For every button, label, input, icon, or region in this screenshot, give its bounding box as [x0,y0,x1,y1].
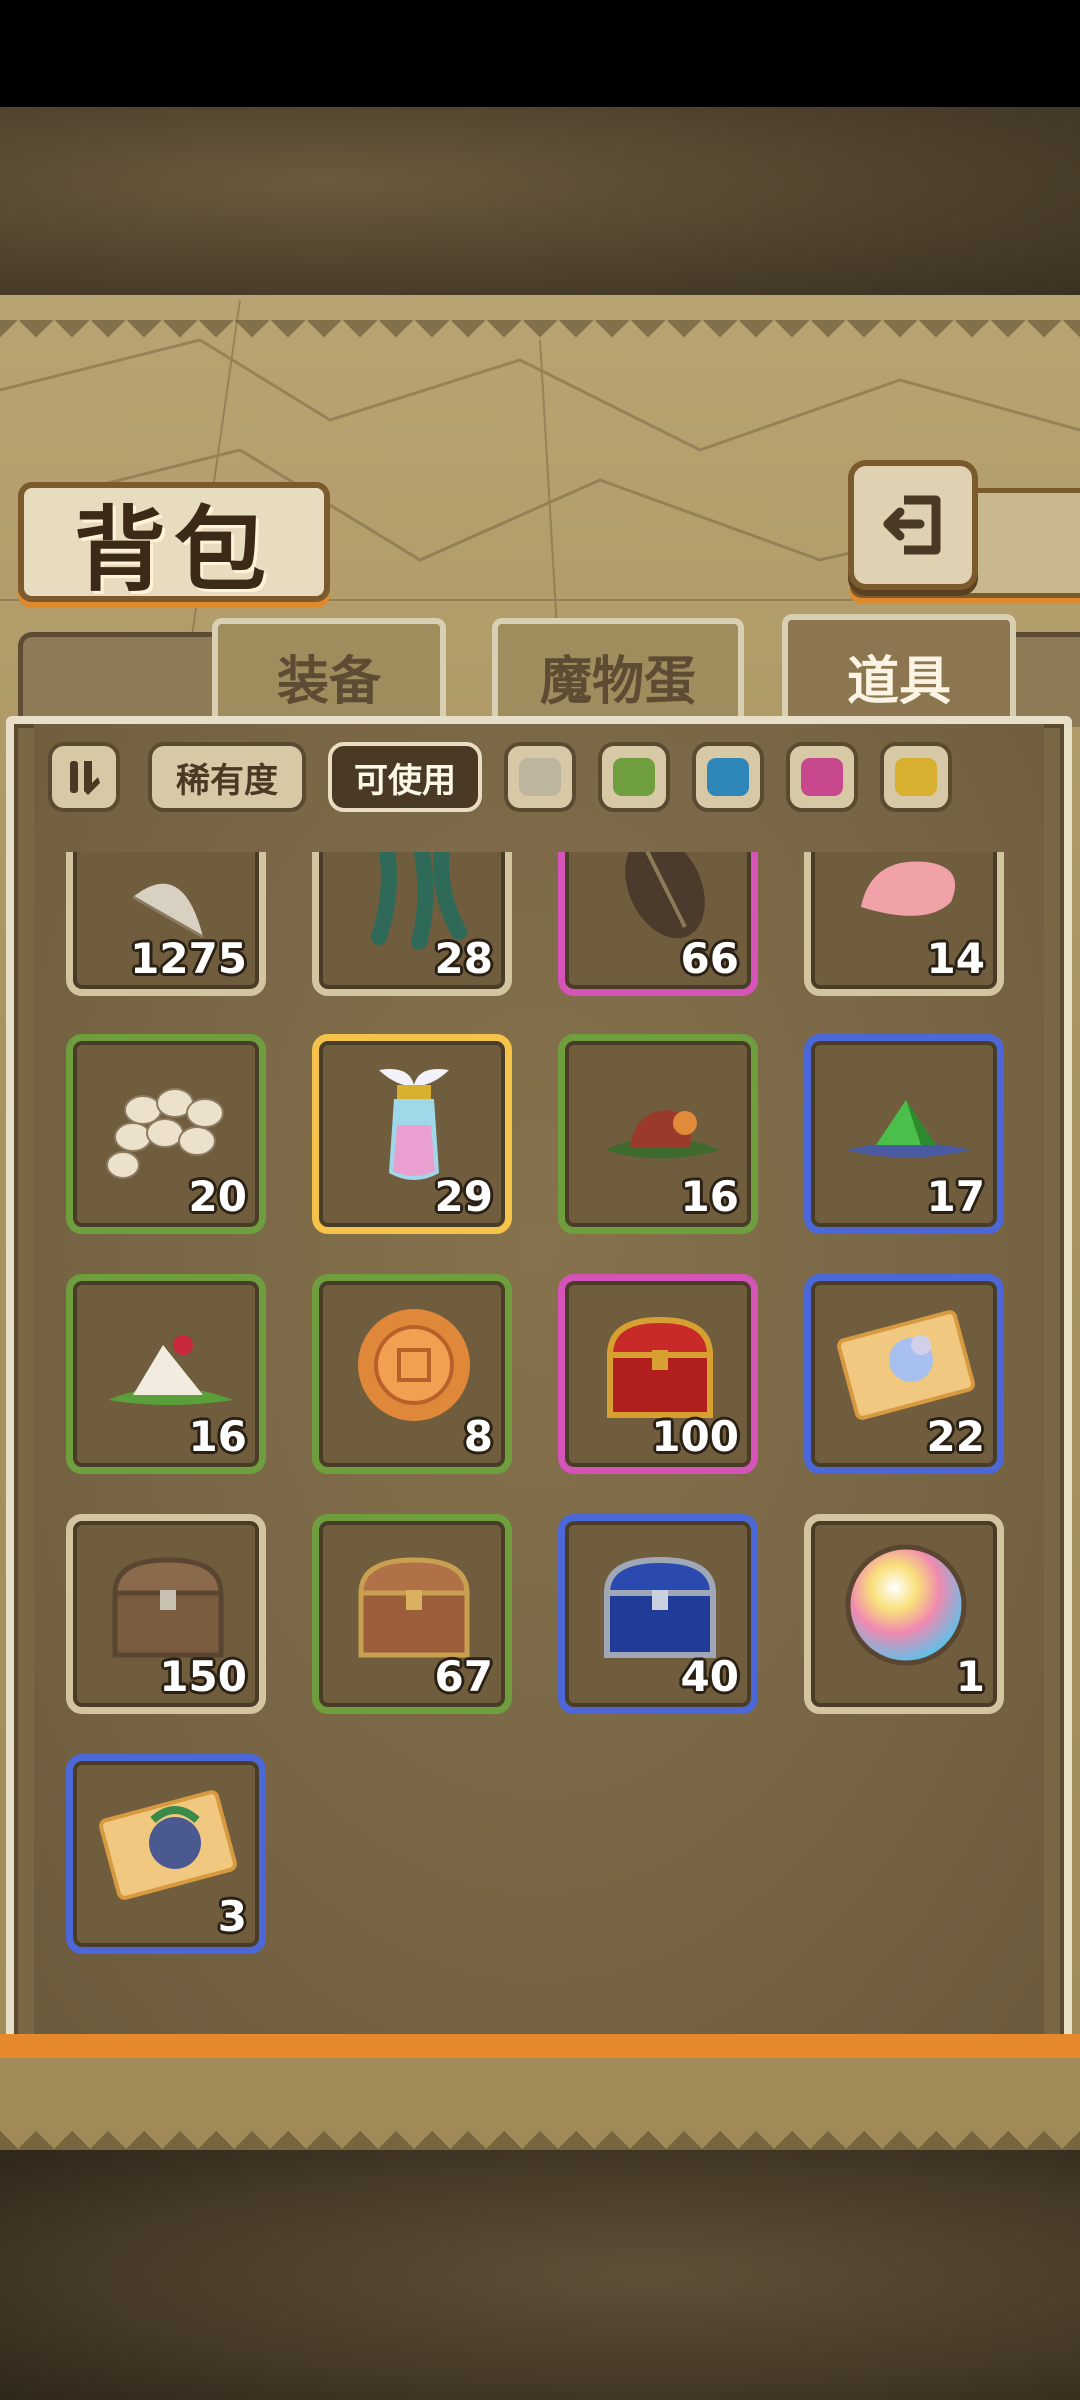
color-swatch [519,758,561,796]
item-slot[interactable]: 100 [558,1274,758,1474]
color-swatch [707,758,749,796]
item-slot[interactable]: 20 [66,1034,266,1234]
item-count: 16 [680,1172,739,1221]
status-bar [0,0,1080,107]
item-slot[interactable]: 8 [312,1274,512,1474]
item-count: 8 [463,1412,493,1461]
tab-items-label: 道具 [846,651,951,712]
item-count: 20 [188,1172,247,1221]
item-slot[interactable]: 16 [66,1274,266,1474]
filter-gray-button[interactable] [504,742,576,812]
sort-toggle-icon [70,761,100,795]
tab-monster-eggs[interactable]: 魔物蛋 [492,618,744,729]
rarity-sort-button[interactable]: 稀有度 [148,742,306,812]
item-grid: 1275 28 66 14 20 29 16 17 16 8 100 22 15… [30,852,1050,2012]
color-swatch [895,758,937,796]
back-button[interactable] [848,460,978,590]
item-slot[interactable]: 40 [558,1514,758,1714]
map-background-top [0,107,1080,295]
item-count: 66 [680,934,739,983]
item-slot[interactable]: 29 [312,1034,512,1234]
item-count: 150 [159,1652,247,1701]
zigzag-border-top [0,320,1080,354]
item-count: 22 [926,1412,985,1461]
color-swatch [613,758,655,796]
item-slot[interactable]: 1 [804,1514,1004,1714]
color-swatch [801,758,843,796]
zigzag-border-bottom [0,2110,1080,2150]
sort-order-button[interactable] [48,742,120,812]
item-slot[interactable]: 22 [804,1274,1004,1474]
filter-green-button[interactable] [598,742,670,812]
item-slot[interactable]: 16 [558,1034,758,1234]
map-background-bottom [0,2150,1080,2400]
item-slot[interactable]: 66 [558,852,758,996]
item-count: 40 [680,1652,739,1701]
filter-gold-button[interactable] [880,742,952,812]
tab-spacer-right [1010,632,1080,727]
item-count: 16 [188,1412,247,1461]
title-plate: 背包 [18,482,330,604]
item-slot[interactable]: 3 [66,1754,266,1954]
item-count: 1275 [130,934,247,983]
item-count: 67 [434,1652,493,1701]
tab-equipment-label: 装备 [276,652,381,712]
item-count: 29 [434,1172,493,1221]
tab-items[interactable]: 道具 [782,614,1016,732]
back-arrow-icon [883,495,941,555]
item-slot[interactable]: 28 [312,852,512,996]
tab-equipment[interactable]: 装备 [212,618,446,729]
item-count: 100 [651,1412,739,1461]
item-count: 17 [926,1172,985,1221]
panel-bottom-edge [0,2034,1080,2058]
tab-spacer [18,632,223,727]
item-count: 1 [955,1652,985,1701]
item-slot[interactable]: 14 [804,852,1004,996]
usable-filter-button[interactable]: 可使用 [328,742,482,812]
item-slot[interactable]: 150 [66,1514,266,1714]
item-count: 3 [217,1892,247,1941]
filter-purple-button[interactable] [786,742,858,812]
item-slot[interactable]: 67 [312,1514,512,1714]
item-count: 14 [926,934,985,983]
page-title: 背包 [73,496,274,604]
filter-blue-button[interactable] [692,742,764,812]
item-count: 28 [434,934,493,983]
tab-monster-eggs-label: 魔物蛋 [539,652,696,712]
item-slot[interactable]: 17 [804,1034,1004,1234]
item-slot[interactable]: 1275 [66,852,266,996]
